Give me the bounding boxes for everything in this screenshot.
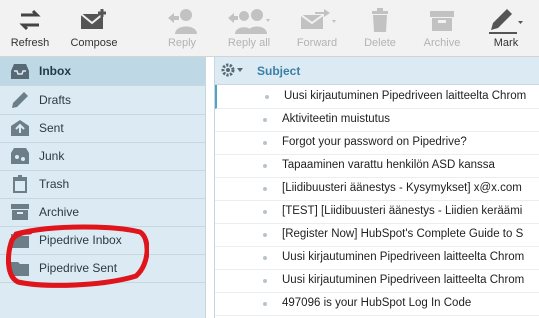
status-dot [265, 95, 269, 99]
message-row[interactable]: Uusi kirjautuminen Pipedriveen laitteelt… [215, 269, 539, 293]
refresh-icon [19, 9, 41, 31]
status-dot [263, 210, 267, 214]
status-dot [263, 141, 267, 145]
archive-button[interactable]: Archive [418, 0, 466, 56]
status-dot [263, 279, 267, 283]
reply-icon [168, 9, 197, 34]
message-subject: 497096 is your HubSpot Log In Code [282, 297, 472, 309]
reply-all-label: Reply all [227, 37, 271, 49]
message-subject: [TEST] [Liidibuusteri äänestys - Liidien… [282, 205, 523, 217]
compose-button[interactable]: Compose [66, 0, 122, 56]
folder-label: Junk [39, 149, 65, 163]
mark-button[interactable]: Mark [480, 0, 532, 56]
status-dot [263, 118, 267, 122]
message-subject: Aktiviteetin muistutus [282, 113, 391, 125]
delete-icon [372, 8, 388, 32]
forward-icon [300, 9, 336, 29]
message-row[interactable]: [Liidibuusteri äänestys - Kysymykset] x@… [215, 177, 539, 201]
archive-icon [11, 204, 29, 220]
compose-label: Compose [70, 37, 118, 49]
inbox-icon [11, 64, 29, 79]
status-dot [263, 233, 267, 237]
message-subject: Forgot your password on Pipedrive? [282, 136, 467, 148]
message-row[interactable]: [Register Now] HubSpot's Complete Guide … [215, 223, 539, 247]
status-dot [263, 302, 267, 306]
annotation-circle [6, 224, 149, 288]
trash-icon [13, 175, 27, 193]
message-row[interactable]: Tapaaminen varattu henkilön ASD kanssa [215, 154, 539, 178]
message-row[interactable]: Aktiviteetin muistutus [215, 108, 539, 132]
folder-label: Inbox [39, 64, 71, 78]
list-header: Subject [215, 57, 539, 85]
message-subject: Tapaaminen varattu henkilön ASD kanssa [282, 159, 495, 171]
message-subject: [Liidibuusteri äänestys - Kysymykset] x@… [282, 182, 522, 194]
gear-icon[interactable] [221, 63, 247, 77]
reply-button[interactable]: Reply [160, 0, 204, 56]
mark-label: Mark [493, 37, 519, 49]
compose-icon [80, 9, 106, 29]
reply-all-button[interactable]: Reply all [222, 0, 276, 56]
folder-drafts[interactable]: Drafts [0, 86, 205, 115]
forward-button[interactable]: Forward [290, 0, 344, 56]
sent-icon [11, 120, 29, 136]
folder-trash[interactable]: Trash [0, 170, 205, 199]
folder-archive[interactable]: Archive [0, 198, 205, 227]
message-row[interactable]: Forgot your password on Pipedrive? [215, 131, 539, 155]
folder-sent[interactable]: Sent [0, 114, 205, 143]
message-row[interactable]: 497096 is your HubSpot Log In Code [215, 292, 539, 316]
delete-button[interactable]: Delete [358, 0, 402, 56]
status-dot [263, 187, 267, 191]
subject-column-header[interactable]: Subject [257, 64, 300, 78]
mark-pencil-icon [489, 9, 523, 34]
folder-label: Sent [39, 121, 64, 135]
junk-icon [11, 148, 29, 164]
message-row[interactable]: [TEST] [Liidibuusteri äänestys - Liidien… [215, 200, 539, 224]
folder-label: Archive [39, 205, 80, 219]
reply-all-icon [228, 9, 270, 34]
message-subject: [Register Now] HubSpot's Complete Guide … [282, 228, 524, 240]
archive-icon [430, 11, 454, 31]
message-row[interactable]: Uusi kirjautuminen Pipedriveen laitteelt… [215, 246, 539, 270]
status-dot [263, 256, 267, 260]
refresh-label: Refresh [10, 37, 50, 49]
message-row[interactable]: Uusi kirjautuminen Pipedriveen laitteelt… [215, 85, 539, 109]
folder-label: Drafts [39, 93, 72, 107]
message-subject: Uusi kirjautuminen Pipedriveen laitteelt… [282, 274, 525, 286]
folder-junk[interactable]: Junk [0, 142, 205, 171]
folder-label: Trash [39, 177, 70, 191]
reply-label: Reply [167, 37, 197, 49]
status-dot [263, 164, 267, 168]
message-list: Subject Uusi kirjautuminen Pipedriveen l… [214, 57, 539, 318]
refresh-button[interactable]: Refresh [4, 0, 56, 56]
delete-label: Delete [364, 37, 396, 49]
message-subject: Uusi kirjautuminen Pipedriveen laitteelt… [282, 251, 525, 263]
forward-label: Forward [296, 37, 338, 49]
archive-label: Archive [423, 37, 461, 49]
toolbar: Refresh Compose Reply Reply all Forward … [0, 0, 539, 57]
message-subject: Uusi kirjautuminen Pipedriveen laitteelt… [284, 90, 527, 102]
folder-inbox[interactable]: Inbox [0, 57, 205, 86]
pencil-icon [12, 92, 28, 108]
